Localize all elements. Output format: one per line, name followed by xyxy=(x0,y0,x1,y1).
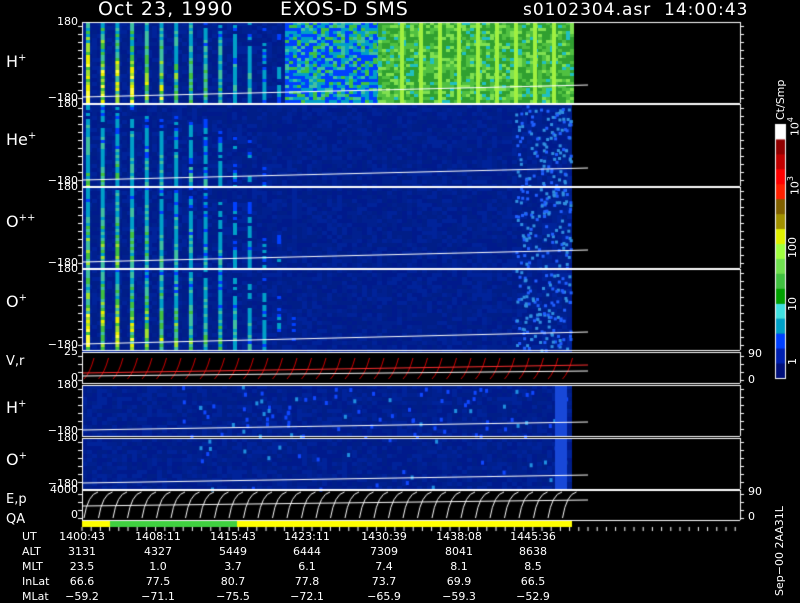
plot-date: Oct 23, 1990 xyxy=(98,0,234,20)
orbit-cell: −72.1 xyxy=(290,590,324,603)
orbit-cell: 1423:11 xyxy=(284,530,330,543)
orbit-cell: 77.8 xyxy=(294,575,320,588)
orbit-cell: 1408:11 xyxy=(135,530,181,543)
colorbar-tick: 10 xyxy=(786,297,799,311)
orbit-cell: 6444 xyxy=(293,545,321,558)
orbit-cell: −65.9 xyxy=(367,590,401,603)
panel-label: He+ xyxy=(6,130,37,149)
orbit-cell: −59.2 xyxy=(65,590,99,603)
orbit-cell: −52.9 xyxy=(516,590,550,603)
right-tick-min: 0 xyxy=(748,373,755,386)
panel-label: O++ xyxy=(6,212,36,231)
y-tick-max: 180 xyxy=(57,15,78,28)
orbit-cell: 1445:36 xyxy=(510,530,556,543)
orbit-cell: 7.4 xyxy=(375,560,393,573)
right-tick-max: 90 xyxy=(748,347,762,360)
y-tick-max: 180 xyxy=(57,378,78,391)
right-tick-min: 0 xyxy=(748,510,755,523)
panel-label: O+ xyxy=(6,450,27,469)
y-tick-max: 180 xyxy=(57,262,78,275)
y-tick-max: 180 xyxy=(57,180,78,193)
colorbar-tick: 100 xyxy=(786,237,799,258)
orbit-cell: 1430:39 xyxy=(361,530,407,543)
orbit-row-label: MLT xyxy=(22,560,43,573)
right-tick-max: 90 xyxy=(748,485,762,498)
orbit-cell: 8638 xyxy=(519,545,547,558)
colorbar-label: Ct/Smp xyxy=(774,79,787,120)
colorbar-tick: 1 xyxy=(786,358,799,365)
orbit-cell: 3131 xyxy=(68,545,96,558)
orbit-cell: 7309 xyxy=(370,545,398,558)
plot-file-time: s0102304.asr 14:00:43 xyxy=(523,0,749,20)
orbit-cell: 69.9 xyxy=(446,575,472,588)
panel-label: H+ xyxy=(6,398,27,417)
plot-instrument: EXOS-D SMS xyxy=(280,0,409,20)
orbit-cell: 66.5 xyxy=(520,575,546,588)
y-tick-max: 4000 xyxy=(50,483,78,496)
orbit-cell: 77.5 xyxy=(145,575,171,588)
y-tick-max: 180 xyxy=(57,431,78,444)
orbit-cell: 23.5 xyxy=(69,560,95,573)
orbit-cell: 1400:43 xyxy=(59,530,105,543)
panel-label: O+ xyxy=(6,292,27,311)
orbit-cell: 1438:08 xyxy=(436,530,482,543)
orbit-cell: −59.3 xyxy=(442,590,476,603)
orbit-cell: −71.1 xyxy=(141,590,175,603)
orbit-cell: 4327 xyxy=(144,545,172,558)
spectrogram-canvas xyxy=(0,0,800,600)
orbit-cell: −75.5 xyxy=(216,590,250,603)
orbit-cell: 3.7 xyxy=(224,560,242,573)
orbit-cell: 66.6 xyxy=(69,575,95,588)
panel-label: E,p xyxy=(6,492,27,507)
panel-label: QA xyxy=(6,512,26,527)
panel-label: H+ xyxy=(6,52,27,71)
orbit-cell: 5449 xyxy=(219,545,247,558)
orbit-cell: 1.0 xyxy=(149,560,167,573)
panel-label: V,r xyxy=(6,354,25,369)
orbit-cell: 80.7 xyxy=(220,575,246,588)
footnote: Sep−00 2AA31L xyxy=(773,506,786,596)
y-tick-max: 180 xyxy=(57,97,78,110)
y-tick-max: 25 xyxy=(64,345,78,358)
orbit-cell: 6.1 xyxy=(298,560,316,573)
orbit-row-label: UT xyxy=(22,530,37,543)
orbit-cell: 1415:43 xyxy=(210,530,256,543)
colorbar-tick: 103 xyxy=(786,176,800,196)
orbit-row-label: ALT xyxy=(22,545,41,558)
y-tick-min: 0 xyxy=(71,508,78,521)
orbit-cell: 8.1 xyxy=(450,560,468,573)
orbit-cell: 73.7 xyxy=(371,575,397,588)
orbit-cell: 8.5 xyxy=(524,560,542,573)
orbit-cell: 8041 xyxy=(445,545,473,558)
